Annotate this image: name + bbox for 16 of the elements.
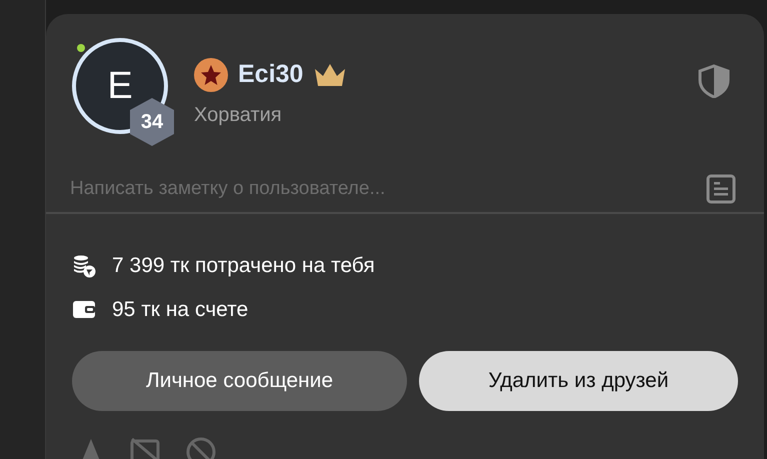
crown-icon — [313, 62, 348, 87]
level-badge: 34 — [130, 98, 174, 146]
card-icon[interactable] — [130, 437, 160, 459]
note-field[interactable]: Написать заметку о пользователе... — [70, 174, 706, 204]
message-button[interactable]: Личное сообщение — [72, 351, 407, 411]
stat-text: 7 399 тк потрачено на тебя — [112, 253, 375, 279]
country: Хорватия — [194, 102, 283, 128]
star-medal-icon — [194, 58, 228, 92]
remove-friend-button[interactable]: Удалить из друзей — [419, 351, 738, 411]
username: Eci30 — [238, 59, 304, 90]
coins-icon — [72, 254, 96, 278]
block-icon[interactable] — [186, 437, 216, 459]
shield-icon[interactable] — [698, 64, 730, 98]
stat-text: 95 тк на счете — [112, 296, 248, 322]
wallet-icon — [72, 298, 96, 320]
note-icon[interactable] — [706, 174, 736, 204]
